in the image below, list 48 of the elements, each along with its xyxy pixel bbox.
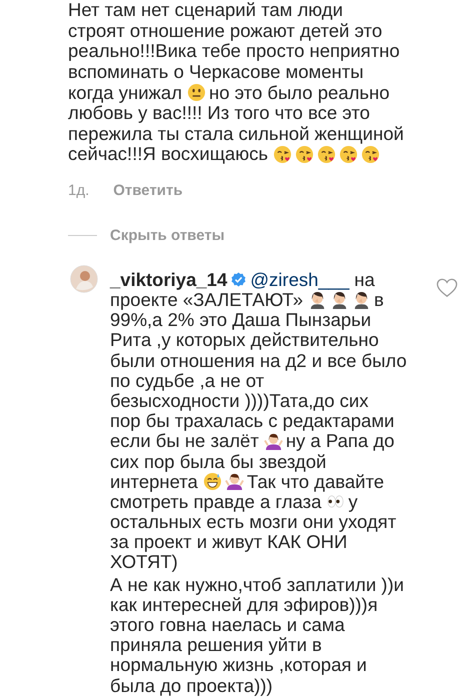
username[interactable]: _viktoriya_14 [110,270,228,290]
comment-text: вспоминать о Черкасове моменты [68,62,364,82]
comment-text: пор бы трахалась с редактарами [110,411,394,432]
comment-text: интернета [110,472,198,492]
comment-text: по судьбе ,а не от [110,370,264,391]
comment-text: нормальную жизнь ,которая и [110,655,367,676]
comment-text: если бы не залёт [110,431,259,452]
kissing-face-icon [295,144,314,164]
comment-text: ХОТЯТ) [110,552,178,572]
kissing-face-icon [339,144,358,164]
comment-text: сейчас!!!Я восхищаюсь [68,144,268,164]
kissing-face-icon [361,144,380,164]
comment-text: Нет там нет сценарий там люди [68,0,343,20]
comment-text: как интересней для эфиров)))я [110,594,378,615]
shrugging-person-icon [224,472,244,492]
like-heart-icon[interactable] [436,278,458,298]
comment-text: приняла решения уйти в [110,635,322,656]
sweat-smile-face-icon [202,472,222,492]
comment-text: но это было реально [209,82,390,103]
comment-time: 1д. [68,182,90,199]
comment-text: у [348,492,358,512]
comment-text: этого говна наелась и сама [110,615,345,636]
neutral-face-icon [187,83,206,102]
comment-text: пережила ты стала сильной женщиной [68,124,404,144]
comment-text: А не как нужно,чтоб заплатили ))и [110,574,404,595]
comment-text: реально!!!Вика тебе просто неприятно [68,41,400,62]
comment-text: безысходности ))))Тата,до сих [110,390,368,411]
comment-text: строят отношение рожают детей это [68,20,382,41]
comment-text: была до проекта))) [110,676,273,696]
comment-text: Рита ,у которых действительно [110,330,379,350]
comment-text: проекте «ЗАЛЕТАЮТ» [110,290,304,310]
comment-text: Так что давайте [246,472,384,492]
comment-text: ну а Рапа до [286,431,394,452]
avatar-icon[interactable] [70,264,98,293]
comment-text: за проект и живут КАК ОНИ [110,532,348,552]
comment-text: сих пор была бы звездой [110,452,326,472]
comment-text: смотреть правде а глаза [110,492,322,512]
comment-text: в [374,290,384,310]
comment-text: остальных есть мозги они уходят [110,512,396,532]
comment-text: когда унижал [68,82,182,103]
kissing-face-icon [273,144,292,164]
comment-text: любовь у вас!!!! Из того что все это [68,103,370,124]
comment-text: были отношения на д2 и все было [110,350,407,371]
kissing-face-icon [317,144,336,164]
comment-text: на [354,270,375,290]
comment-text: 99%,а 2% это Даша Пынзарьи [110,310,372,330]
shrugging-person-icon [264,432,283,451]
mention-link[interactable]: @ziresh___ [250,270,350,290]
